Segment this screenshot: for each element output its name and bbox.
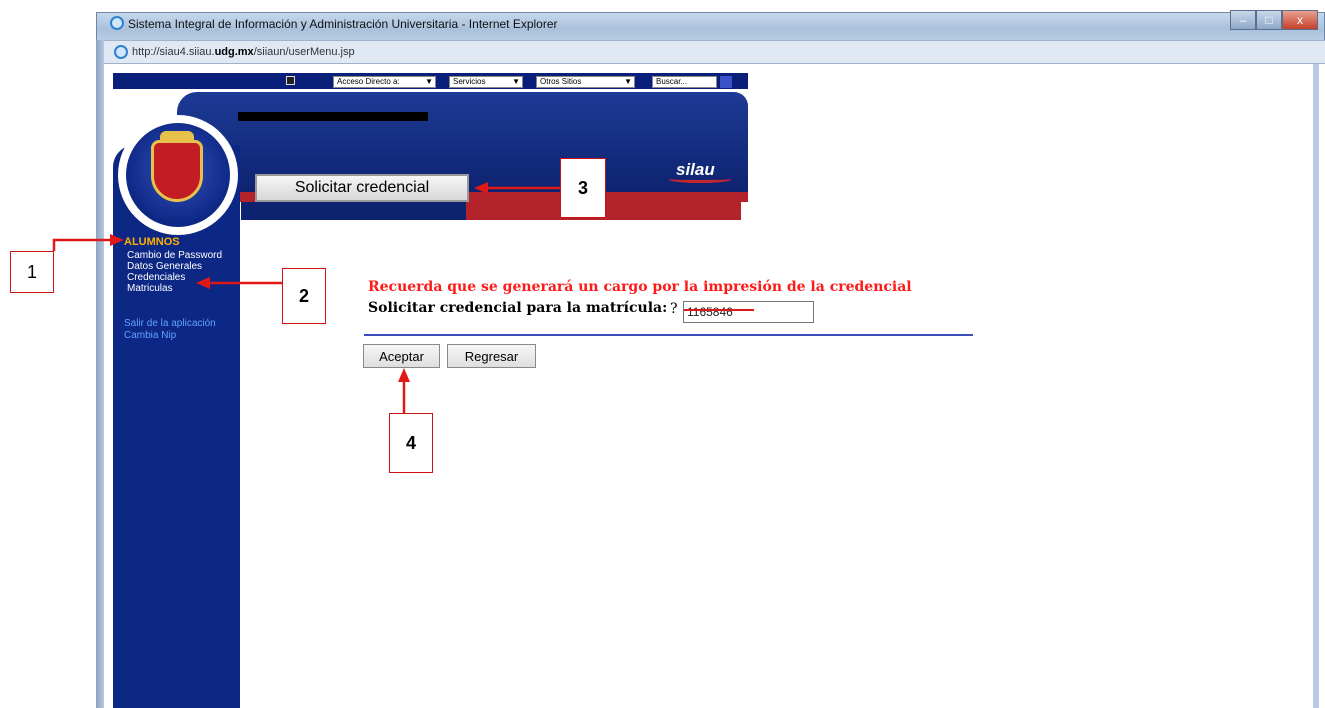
annotation-arrows [52,182,560,413]
